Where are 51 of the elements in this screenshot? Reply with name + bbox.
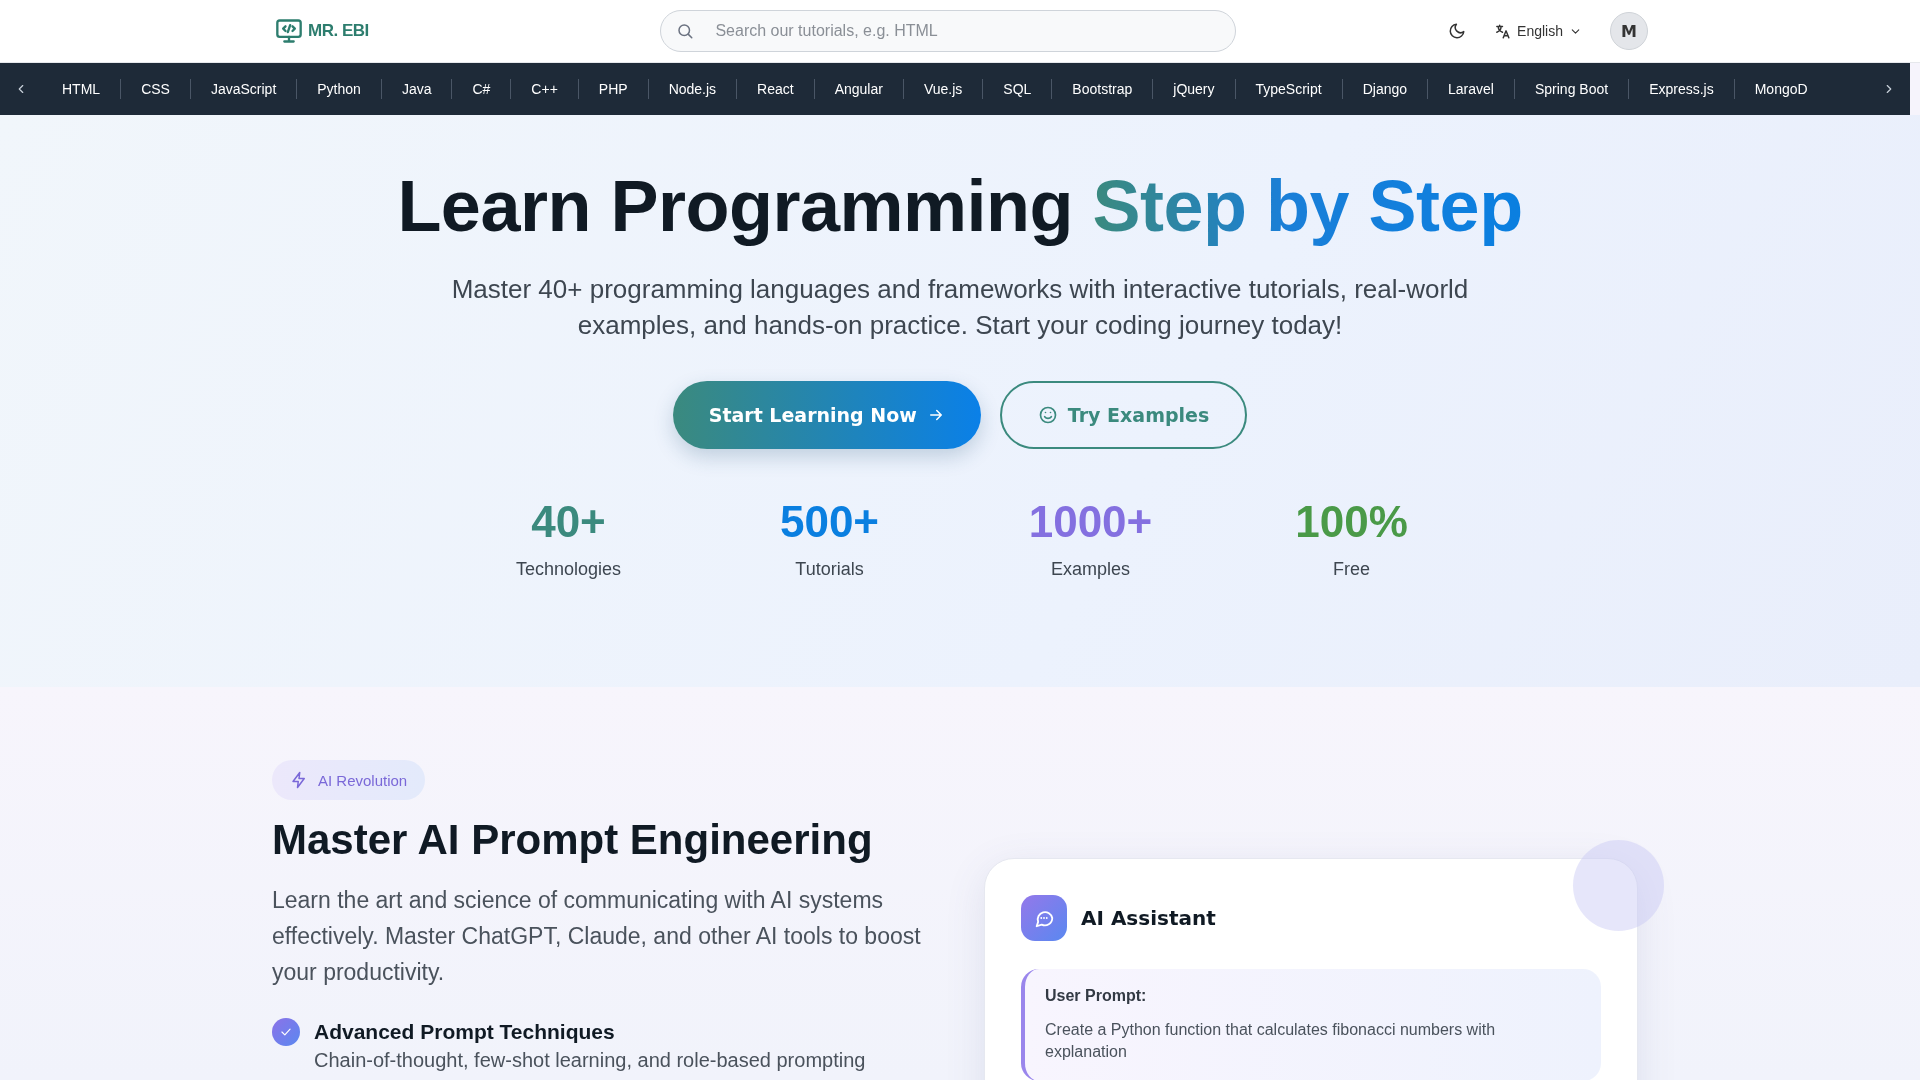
- avatar[interactable]: M: [1610, 12, 1648, 50]
- feature-description: Chain-of-thought, few-shot learning, and role-based prompting: [314, 1048, 866, 1072]
- topic-link[interactable]: C++: [511, 81, 578, 97]
- topic-link[interactable]: MongoD: [1734, 81, 1828, 97]
- hero-title: Learn Programming Step by Step: [396, 165, 1524, 247]
- prompt-text: Create a Python function that calculates fibonacci numbers with explanation: [1045, 1020, 1497, 1062]
- stat-label: Tutorials: [794, 559, 865, 580]
- moon-icon: [1448, 22, 1467, 40]
- ai-revolution-badge: AI Revolution: [272, 760, 426, 800]
- topic-link[interactable]: Python: [297, 81, 381, 97]
- topic-link[interactable]: React: [737, 81, 814, 97]
- topic-link[interactable]: Express.js: [1629, 81, 1734, 97]
- try-examples-button[interactable]: Try Examples: [999, 381, 1248, 449]
- stat-label: Free: [1332, 559, 1371, 580]
- stat-value: 500+: [778, 497, 881, 547]
- smiley-icon: [1037, 405, 1058, 425]
- start-learning-button[interactable]: Start Learning Now: [672, 381, 981, 449]
- topic-link[interactable]: TypeScript: [1235, 81, 1342, 97]
- topic-link[interactable]: Node.js: [648, 81, 737, 97]
- topic-link[interactable]: Spring Boot: [1514, 81, 1629, 97]
- language-selector[interactable]: English: [1517, 23, 1563, 39]
- check-icon: [272, 1018, 300, 1046]
- topic-link[interactable]: Angular: [814, 81, 903, 97]
- topic-link[interactable]: Laravel: [1428, 81, 1514, 97]
- translate-icon: [1494, 22, 1512, 40]
- topic-link[interactable]: SQL: [983, 81, 1052, 97]
- section-description: Learn the art and science of communicating with AI systems effectively. Master ChatGPT, Claude, and other AI tools to boost your productivity.: [272, 886, 922, 987]
- prompt-label: User Prompt:: [1045, 987, 1148, 1005]
- topic-link[interactable]: PHP: [578, 81, 648, 97]
- stat-label: Technologies: [514, 559, 623, 580]
- stat-value: 1000+: [1027, 497, 1154, 547]
- topic-link[interactable]: Bootstrap: [1052, 81, 1153, 97]
- chat-bubble-icon: [1021, 895, 1067, 941]
- stat-value: 40+: [530, 497, 607, 547]
- card-title: AI Assistant: [1081, 906, 1216, 930]
- logo-text[interactable]: MR. EBI: [308, 21, 369, 41]
- stat-label: Examples: [1050, 559, 1131, 580]
- topic-link[interactable]: CSS: [121, 81, 190, 97]
- topic-link[interactable]: jQuery: [1153, 81, 1235, 97]
- topic-link[interactable]: Vue.js: [903, 81, 983, 97]
- topic-link[interactable]: C#: [452, 81, 511, 97]
- stat-value: 100%: [1294, 497, 1409, 547]
- hero-subtitle: Master 40+ programming languages and frameworks with interactive tutorials, real-world examples, and hands-on practice. Start your coding journey today!: [450, 273, 1470, 342]
- feature-title: Advanced Prompt Techniques: [314, 1019, 616, 1045]
- lightning-icon: [290, 771, 308, 789]
- topic-link[interactable]: HTML: [42, 81, 121, 97]
- section-title: Master AI Prompt Engineering: [272, 816, 874, 864]
- topic-link[interactable]: Java: [381, 81, 452, 97]
- topic-link[interactable]: JavaScript: [190, 81, 297, 97]
- topic-link[interactable]: Django: [1342, 81, 1428, 97]
- search-field[interactable]: Search our tutorials, e.g. HTML: [660, 10, 1237, 52]
